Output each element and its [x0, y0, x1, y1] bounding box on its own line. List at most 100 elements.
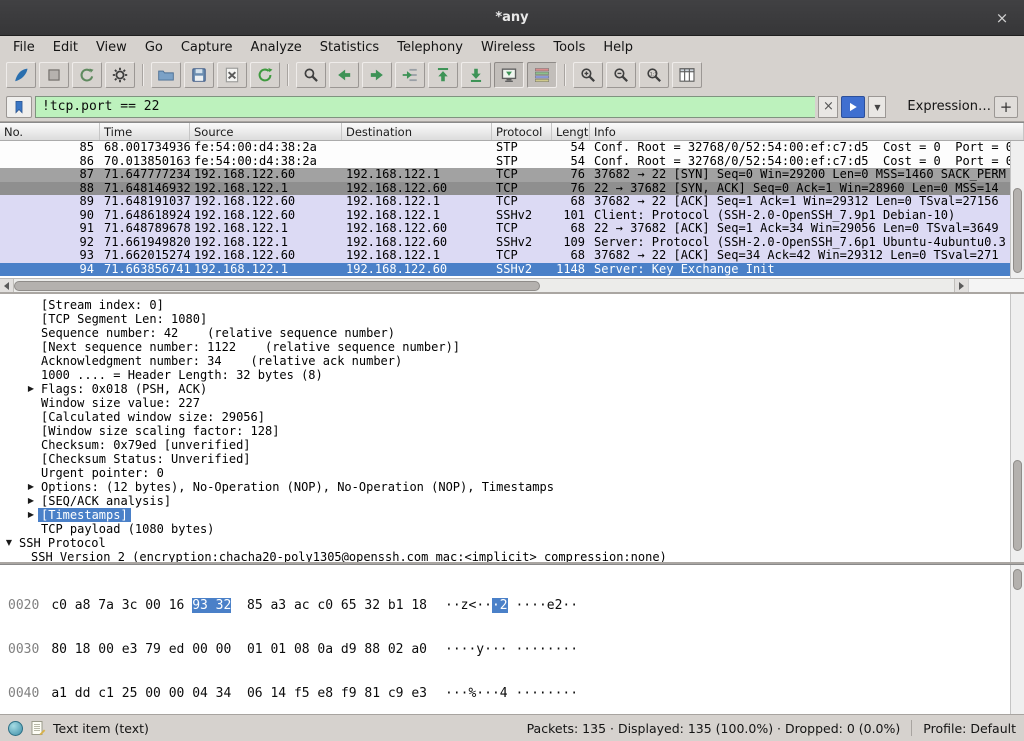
- scrollbar-track[interactable]: [14, 279, 954, 293]
- detail-line[interactable]: Urgent pointer: 0: [0, 466, 1024, 480]
- packet-row-86[interactable]: 8670.013850163fe:54:00:d4:38:2aSTP54Conf…: [0, 155, 1024, 169]
- expander-icon[interactable]: ▼: [2, 536, 16, 550]
- detail-line-seq-ack[interactable]: ▶[SEQ/ACK analysis]: [0, 494, 1024, 508]
- scrollbar-thumb[interactable]: [14, 281, 540, 291]
- close-window-button[interactable]: ×: [992, 8, 1012, 28]
- detail-line[interactable]: [Next sequence number: 1122 (relative se…: [0, 340, 1024, 354]
- menu-view[interactable]: View: [87, 38, 136, 57]
- profile-button[interactable]: Profile: Default: [923, 721, 1016, 736]
- detail-line[interactable]: 1000 .... = Header Length: 32 bytes (8): [0, 368, 1024, 382]
- expander-icon[interactable]: [24, 424, 38, 438]
- auto-scroll-button[interactable]: [494, 62, 524, 88]
- expander-icon[interactable]: [24, 354, 38, 368]
- packet-row-93[interactable]: 9371.662015274192.168.122.60192.168.122.…: [0, 249, 1024, 263]
- resize-columns-button[interactable]: [672, 62, 702, 88]
- menu-analyze[interactable]: Analyze: [242, 38, 311, 57]
- expander-icon[interactable]: [24, 522, 38, 536]
- save-file-button[interactable]: [184, 62, 214, 88]
- menu-go[interactable]: Go: [136, 38, 172, 57]
- go-forward-button[interactable]: [362, 62, 392, 88]
- expander-icon[interactable]: ▶: [24, 508, 38, 522]
- colorize-packets-button[interactable]: [527, 62, 557, 88]
- detail-line[interactable]: Window size value: 227: [0, 396, 1024, 410]
- packet-list-vertical-scrollbar[interactable]: [1010, 141, 1024, 278]
- expression-button[interactable]: Expression…: [907, 99, 991, 114]
- menu-capture[interactable]: Capture: [172, 38, 242, 57]
- expander-icon[interactable]: [24, 368, 38, 382]
- detail-line[interactable]: [Window size scaling factor: 128]: [0, 424, 1024, 438]
- detail-line-flags[interactable]: ▶Flags: 0x018 (PSH, ACK): [0, 382, 1024, 396]
- packet-row-87[interactable]: 8771.647777234192.168.122.60192.168.122.…: [0, 168, 1024, 182]
- packet-row-88[interactable]: 8871.648146932192.168.122.1192.168.122.6…: [0, 182, 1024, 196]
- col-header-source[interactable]: Source: [190, 123, 342, 140]
- hex-bytes[interactable]: c0 a8 7a 3c 00 16: [51, 598, 192, 613]
- scrollbar-thumb[interactable]: [1013, 188, 1022, 273]
- open-file-button[interactable]: [151, 62, 181, 88]
- packet-row-94-selected[interactable]: 9471.663856741192.168.122.1192.168.122.6…: [0, 263, 1024, 277]
- filter-add-button[interactable]: +: [994, 96, 1018, 118]
- menu-file[interactable]: File: [4, 38, 44, 57]
- scrollbar-thumb[interactable]: [1013, 569, 1022, 590]
- zoom-out-button[interactable]: [606, 62, 636, 88]
- detail-line[interactable]: [Calculated window size: 29056]: [0, 410, 1024, 424]
- menu-tools[interactable]: Tools: [544, 38, 594, 57]
- packet-row-85[interactable]: 8568.001734936fe:54:00:d4:38:2aSTP54Conf…: [0, 141, 1024, 155]
- hex-bytes-selected[interactable]: 93 32: [192, 598, 231, 613]
- detail-line-timestamps-selected[interactable]: ▶[Timestamps]: [0, 508, 1024, 522]
- detail-line-options[interactable]: ▶Options: (12 bytes), No-Operation (NOP)…: [0, 480, 1024, 494]
- scroll-left-arrow[interactable]: [0, 279, 14, 293]
- hex-ascii[interactable]: ···%···4 ········: [445, 686, 578, 701]
- hex-ascii[interactable]: ··z<··: [445, 598, 492, 613]
- hex-row[interactable]: 0020c0 a8 7a 3c 00 16 93 32 85 a3 ac c0 …: [8, 599, 1024, 613]
- start-capture-button[interactable]: [6, 62, 36, 88]
- expert-info-icon[interactable]: [8, 721, 23, 736]
- detail-line[interactable]: Acknowledgment number: 34 (relative ack …: [0, 354, 1024, 368]
- col-header-time[interactable]: Time: [100, 123, 190, 140]
- col-header-info[interactable]: Info: [590, 123, 1024, 140]
- col-header-protocol[interactable]: Protocol: [492, 123, 552, 140]
- expander-icon[interactable]: [24, 396, 38, 410]
- col-header-length[interactable]: Length: [552, 123, 590, 140]
- expander-icon[interactable]: [24, 410, 38, 424]
- close-file-button[interactable]: [217, 62, 247, 88]
- hex-ascii-selected[interactable]: ·2: [492, 598, 508, 613]
- filter-apply-button[interactable]: [841, 96, 865, 118]
- find-packet-button[interactable]: [296, 62, 326, 88]
- hex-bytes[interactable]: 80 18 00 e3 79 ed 00 00 01 01 08 0a d9 8…: [51, 642, 427, 657]
- detail-line-ssh-protocol[interactable]: ▼SSH Protocol: [0, 536, 1024, 550]
- expander-icon[interactable]: ▶: [24, 480, 38, 494]
- capture-comment-icon[interactable]: [30, 720, 46, 736]
- display-filter-input[interactable]: [35, 96, 815, 118]
- zoom-100-button[interactable]: 1:1: [639, 62, 669, 88]
- menu-telephony[interactable]: Telephony: [388, 38, 472, 57]
- zoom-in-button[interactable]: [573, 62, 603, 88]
- packet-list-horizontal-scrollbar[interactable]: [0, 278, 1024, 292]
- detail-line[interactable]: [Checksum Status: Unverified]: [0, 452, 1024, 466]
- menu-help[interactable]: Help: [594, 38, 642, 57]
- packet-row-91[interactable]: 9171.648789678192.168.122.1192.168.122.6…: [0, 222, 1024, 236]
- restart-capture-button[interactable]: [72, 62, 102, 88]
- col-header-destination[interactable]: Destination: [342, 123, 492, 140]
- go-back-button[interactable]: [329, 62, 359, 88]
- expander-icon[interactable]: ▶: [24, 382, 38, 396]
- hex-ascii[interactable]: ····y··· ········: [445, 642, 578, 657]
- scroll-right-arrow[interactable]: [954, 279, 968, 293]
- detail-line[interactable]: Sequence number: 42 (relative sequence n…: [0, 326, 1024, 340]
- packet-row-89[interactable]: 8971.648191037192.168.122.60192.168.122.…: [0, 195, 1024, 209]
- menu-edit[interactable]: Edit: [44, 38, 87, 57]
- packet-row-90[interactable]: 9071.648618924192.168.122.60192.168.122.…: [0, 209, 1024, 223]
- go-to-bottom-button[interactable]: [461, 62, 491, 88]
- col-header-no[interactable]: No.: [0, 123, 100, 140]
- detail-line[interactable]: Checksum: 0x79ed [unverified]: [0, 438, 1024, 452]
- hex-row[interactable]: 0040a1 dd c1 25 00 00 04 34 06 14 f5 e8 …: [8, 687, 1024, 701]
- detail-line[interactable]: [Stream index: 0]: [0, 298, 1024, 312]
- expander-icon[interactable]: [24, 312, 38, 326]
- detail-line[interactable]: TCP payload (1080 bytes): [0, 522, 1024, 536]
- details-vertical-scrollbar[interactable]: [1010, 294, 1024, 562]
- hex-row[interactable]: 003080 18 00 e3 79 ed 00 00 01 01 08 0a …: [8, 643, 1024, 657]
- filter-bookmark-button[interactable]: [6, 96, 32, 118]
- reload-file-button[interactable]: [250, 62, 280, 88]
- bytes-vertical-scrollbar[interactable]: [1010, 565, 1024, 714]
- go-to-top-button[interactable]: [428, 62, 458, 88]
- go-to-packet-button[interactable]: [395, 62, 425, 88]
